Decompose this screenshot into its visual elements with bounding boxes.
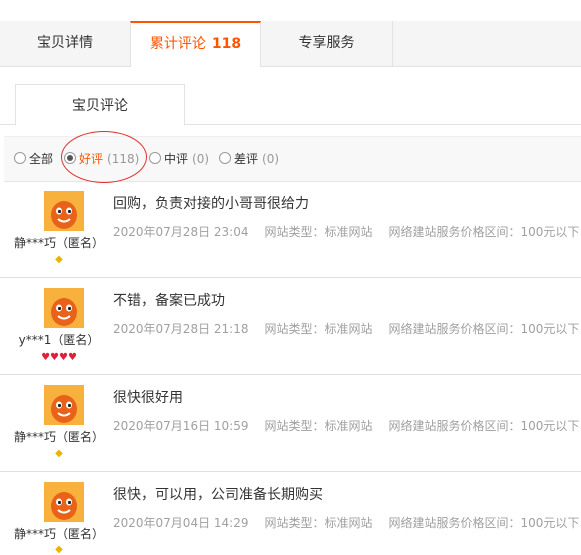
username: 静***巧（匿名） (13, 236, 104, 250)
tab-item-details[interactable]: 宝贝详情 (0, 21, 131, 66)
review-item: y***1（匿名） ♥♥♥♥ 不错，备案已成功 2020年07月28日 21:1… (0, 278, 581, 375)
price-range: 网络建站服务价格区间：100元以下 (388, 225, 580, 239)
review-item: 静***巧（匿名） ◆ 回购，负责对接的小哥哥很给力 2020年07月28日 2… (0, 181, 581, 278)
tab-reviews[interactable]: 累计评论 118 (130, 21, 261, 67)
username: 静***巧（匿名） (13, 430, 104, 444)
site-type: 网站类型：标准网站 (264, 516, 373, 530)
tab-label: 宝贝详情 (37, 35, 93, 51)
tab-label: 专享服务 (298, 35, 355, 51)
review-text: 很快，可以用，公司准备长期购买 (113, 487, 323, 503)
top-strip (0, 0, 581, 22)
avatar-mascot-icon (44, 385, 84, 425)
review-date: 2020年07月04日 14:29 (113, 516, 249, 530)
filter-label: 差评 (234, 152, 259, 166)
filter-negative[interactable]: 差评 (0) (219, 137, 279, 181)
buyer-level-icon: ◆ (55, 544, 63, 555)
tab-label: 宝贝评论 (72, 98, 128, 114)
review-meta: 2020年07月28日 21:18 网站类型：标准网站 网络建站服务价格区间：100… (113, 320, 581, 337)
buyer-level-icon: ◆ (55, 254, 63, 265)
review-item: 静***巧（匿名） ◆ 很快，可以用，公司准备长期购买 2020年07月04日 … (0, 472, 581, 555)
review-text: 不错，备案已成功 (113, 293, 225, 309)
main-tab-bar: 宝贝详情 累计评论 118 专享服务 (0, 21, 581, 67)
review-count: 118 (211, 36, 242, 52)
filter-label: 中评 (164, 152, 189, 166)
site-type: 网站类型：标准网站 (264, 322, 373, 336)
buyer-level-icon: ♥♥♥♥ (41, 352, 77, 363)
sub-tab-bar: 宝贝评论 (0, 84, 581, 126)
price-range: 网络建站服务价格区间：100元以下 (388, 322, 580, 336)
tab-item-reviews[interactable]: 宝贝评论 (15, 84, 185, 126)
review-item: 静***巧（匿名） ◆ 很快很好用 2020年07月16日 10:59 网站类型：… (0, 375, 581, 472)
review-meta: 2020年07月28日 23:04 网站类型：标准网站 网络建站服务价格区间：100… (113, 223, 581, 240)
filter-count: (0) (262, 152, 280, 166)
review-date: 2020年07月16日 10:59 (113, 419, 249, 433)
review-text: 回购，负责对接的小哥哥很给力 (113, 196, 309, 212)
avatar[interactable] (44, 482, 84, 522)
review-date: 2020年07月28日 23:04 (113, 225, 249, 239)
avatar[interactable] (44, 385, 84, 425)
review-text: 很快很好用 (113, 390, 183, 406)
buyer-level-icon: ◆ (55, 448, 63, 459)
price-range: 网络建站服务价格区间：100元以下 (388, 516, 580, 530)
avatar[interactable] (44, 288, 84, 328)
review-meta: 2020年07月04日 14:29 网站类型：标准网站 网络建站服务价格区间：100… (113, 514, 581, 531)
avatar-mascot-icon (44, 288, 84, 328)
site-type: 网站类型：标准网站 (264, 419, 373, 433)
filter-count: (0) (192, 152, 210, 166)
avatar-mascot-icon (44, 191, 84, 231)
filter-neutral[interactable]: 中评 (0) (149, 137, 209, 181)
filter-all[interactable]: 全部 (14, 137, 53, 181)
site-type: 网站类型：标准网站 (264, 225, 373, 239)
username: y***1（匿名） (18, 333, 100, 347)
rating-filter-bar: 全部 好评 (118) 中评 (0) 差评 (0) (4, 136, 581, 182)
review-date: 2020年07月28日 21:18 (113, 322, 249, 336)
radio-selected-icon[interactable] (64, 152, 76, 164)
username: 静***巧（匿名） (13, 527, 104, 541)
avatar[interactable] (44, 191, 84, 231)
tab-label: 累计评论 (149, 36, 206, 52)
filter-label: 全部 (29, 152, 54, 166)
radio-icon[interactable] (219, 152, 231, 164)
radio-icon[interactable] (149, 152, 161, 164)
filter-count: (118) (107, 152, 140, 166)
filter-positive[interactable]: 好评 (118) (64, 137, 139, 181)
price-range: 网络建站服务价格区间：100元以下 (388, 419, 580, 433)
filter-label: 好评 (79, 152, 104, 166)
review-meta: 2020年07月16日 10:59 网站类型：标准网站 网络建站服务价格区间：100… (113, 417, 581, 434)
tab-exclusive-service[interactable]: 专享服务 (261, 21, 393, 66)
radio-icon[interactable] (14, 152, 26, 164)
avatar-mascot-icon (44, 482, 84, 522)
